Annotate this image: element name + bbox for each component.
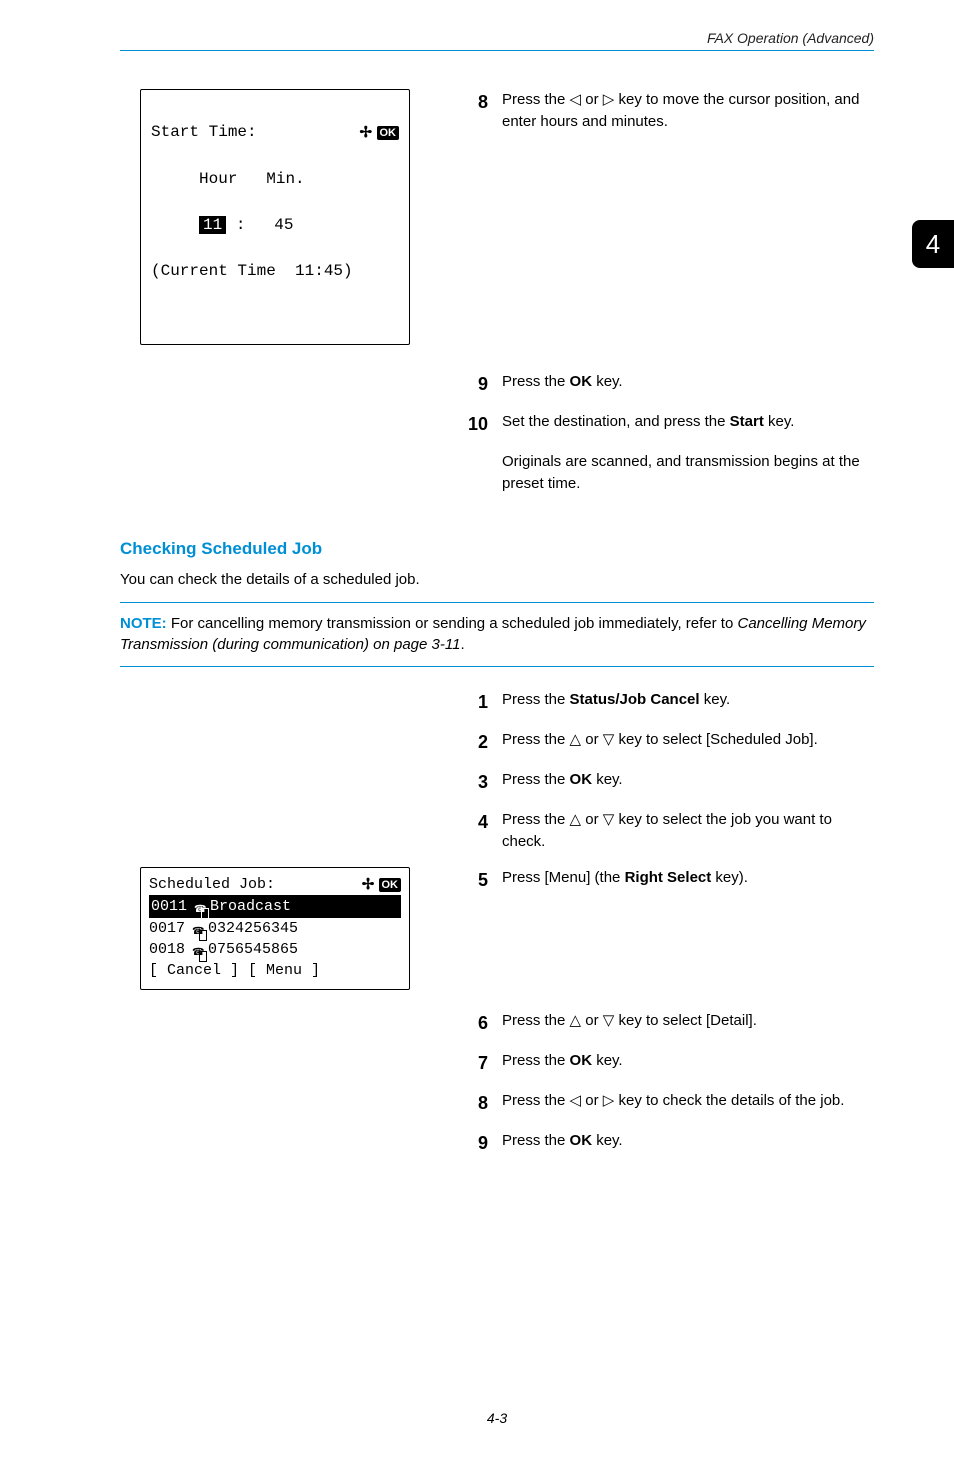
triangle-up-icon	[570, 731, 582, 748]
step2-9-text: Press the OK key.	[502, 1130, 874, 1156]
step2-1-num: 1	[460, 689, 488, 715]
triangle-left-icon	[570, 1092, 582, 1109]
triangle-up-icon	[570, 1012, 582, 1029]
step2-1: 1 Press the Status/Job Cancel key.	[460, 689, 874, 715]
step-10: 10 Set the destination, and press the St…	[460, 411, 874, 437]
step2-6-num: 6	[460, 1010, 488, 1036]
ok-indicator: ✢ OK	[359, 121, 399, 144]
step2-2: 2 Press the or key to select [Scheduled …	[460, 729, 874, 755]
lcd1-title: Start Time:	[151, 123, 257, 141]
note-label: NOTE:	[120, 615, 167, 632]
triangle-down-icon	[603, 811, 615, 828]
section-para: You can check the details of a scheduled…	[120, 571, 874, 588]
step-10-note: Originals are scanned, and transmission …	[502, 451, 874, 495]
page-footer: 4-3	[120, 1410, 874, 1426]
triangle-down-icon	[603, 731, 615, 748]
step2-2-text: Press the or key to select [Scheduled Jo…	[502, 729, 874, 755]
ok-badge: OK	[377, 126, 400, 140]
lcd1-min-label: Min.	[266, 170, 304, 188]
step-9: 9 Press the OK key.	[460, 371, 874, 397]
ok-badge: OK	[379, 878, 402, 892]
triangle-right-icon	[603, 91, 615, 108]
lcd2-row1-id: 0011	[151, 896, 187, 917]
step2-4: 4 Press the or key to select the job you…	[460, 809, 874, 853]
lcd2-title: Scheduled Job:	[149, 874, 362, 895]
lcd2-row3: 0018 0756545865	[149, 939, 401, 960]
step2-8-num: 8	[460, 1090, 488, 1116]
note-box: NOTE: For cancelling memory transmission…	[120, 602, 874, 668]
nav-arrows-icon: ✢	[362, 876, 375, 893]
step2-7: 7 Press the OK key.	[460, 1050, 874, 1076]
step2-4-num: 4	[460, 809, 488, 853]
step2-1-text: Press the Status/Job Cancel key.	[502, 689, 874, 715]
note-text-a: For cancelling memory transmission or se…	[167, 615, 738, 632]
triangle-up-icon	[570, 811, 582, 828]
ok-indicator: ✢ OK	[362, 874, 401, 895]
step2-7-num: 7	[460, 1050, 488, 1076]
step-8: 8 Press the or key to move the cursor po…	[460, 89, 874, 133]
triangle-left-icon	[570, 91, 582, 108]
lcd2-row2: 0017 0324256345	[149, 918, 401, 939]
page-header: FAX Operation (Advanced)	[120, 30, 874, 51]
step2-6-text: Press the or key to select [Detail].	[502, 1010, 874, 1036]
lcd2-row2-id: 0017	[149, 918, 185, 939]
triangle-down-icon	[603, 1012, 615, 1029]
step2-2-num: 2	[460, 729, 488, 755]
step2-3: 3 Press the OK key.	[460, 769, 874, 795]
lcd2-row1: 0011 Broadcast	[149, 895, 401, 918]
step2-3-text: Press the OK key.	[502, 769, 874, 795]
step2-9: 9 Press the OK key.	[460, 1130, 874, 1156]
nav-arrows-icon: ✢	[359, 124, 372, 141]
lcd1-hour-label: Hour	[199, 170, 237, 188]
lcd1-sep: :	[236, 216, 246, 234]
step2-7-text: Press the OK key.	[502, 1050, 874, 1076]
lcd-scheduled-job: Scheduled Job: ✢ OK 0011 Broadcast 0017 …	[140, 867, 410, 990]
step-9-text: Press the OK key.	[502, 371, 874, 397]
lcd2-row3-id: 0018	[149, 939, 185, 960]
section-heading: Checking Scheduled Job	[120, 539, 874, 559]
lcd2-footer: [ Cancel ] [ Menu ]	[149, 960, 401, 981]
lcd1-current: (Current Time 11:45)	[151, 260, 399, 283]
step-8-text: Press the or key to move the cursor posi…	[502, 89, 874, 133]
step2-5-num: 5	[460, 867, 488, 893]
step2-9-num: 9	[460, 1130, 488, 1156]
lcd1-hour-value: 11	[199, 216, 226, 234]
step-8-num: 8	[460, 89, 488, 133]
step2-8: 8 Press the or key to check the details …	[460, 1090, 874, 1116]
step-10-text: Set the destination, and press the Start…	[502, 411, 874, 437]
step-10-num: 10	[460, 411, 488, 437]
step2-6: 6 Press the or key to select [Detail].	[460, 1010, 874, 1036]
step2-8-text: Press the or key to check the details of…	[502, 1090, 874, 1116]
step-9-num: 9	[460, 371, 488, 397]
lcd2-row1-text: Broadcast	[210, 896, 291, 917]
step2-5: 5 Press [Menu] (the Right Select key).	[460, 867, 874, 893]
lcd2-row2-text: 0324256345	[208, 918, 298, 939]
note-text-b: .	[460, 636, 464, 653]
step2-3-num: 3	[460, 769, 488, 795]
chapter-tab: 4	[912, 220, 954, 268]
lcd-start-time: Start Time: ✢ OK Hour Min. 11 : 45 (Curre…	[140, 89, 410, 345]
step2-4-text: Press the or key to select the job you w…	[502, 809, 874, 853]
lcd2-row3-text: 0756545865	[208, 939, 298, 960]
triangle-right-icon	[603, 1092, 615, 1109]
step2-5-text: Press [Menu] (the Right Select key).	[502, 867, 874, 893]
lcd1-min-value: 45	[274, 216, 293, 234]
